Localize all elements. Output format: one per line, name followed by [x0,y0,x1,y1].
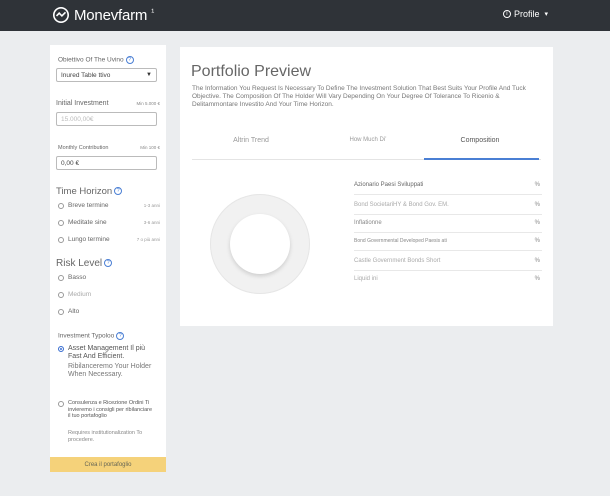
time-horizon-title: Time Horizon? [56,186,123,197]
info-icon[interactable]: ? [114,187,123,196]
radio-label: Basso [68,274,87,281]
radio-alto[interactable]: Alto [58,308,79,315]
composition-name: Bond Governmental Developed Paesis ati [354,238,447,244]
radio-label: Breve termine [68,202,109,209]
composition-row: Bond SocietariHY & Bond Gov. EM. % [354,197,542,215]
radio-circle[interactable] [58,236,64,243]
composition-pct: % [534,238,540,244]
radio-label: Meditate sine [68,219,107,226]
radio-circle[interactable] [58,308,64,315]
dropdown-arrow-icon: ▼ [146,72,152,78]
logo-text: Monevfarm [74,6,148,24]
tab-active-indicator [424,158,539,160]
top-navbar: Monevfarm ¹ i Profile ▾ [0,0,610,31]
monthly-contribution-input[interactable]: 0,00 € [56,156,157,170]
radio-basso[interactable]: Basso [58,274,86,281]
composition-pct: % [534,276,540,282]
logo-suffix: ¹ [151,7,155,17]
tab-composition[interactable]: Composition [450,137,510,144]
page-description: The Information You Request Is Necessary… [192,85,526,109]
composition-pct: % [534,202,540,208]
monthly-contribution-min: Min 100 € [140,145,160,150]
radio-note: 1-3 anni [143,203,160,208]
objective-select[interactable]: Inured Table ttivo ▼ [56,68,157,82]
composition-row: Liquid ini % [354,271,542,289]
tab-trend[interactable]: Altrin Trend [221,137,281,144]
monthly-contribution-label: Monthly Contribution [58,145,109,151]
objective-value: Inured Table ttivo [61,72,111,79]
radio-note: 3-6 anni [143,220,160,225]
composition-row: Bond Governmental Developed Paesis ati % [354,233,542,251]
radio-circle[interactable] [58,274,64,281]
user-icon: i [502,10,511,18]
profile-menu[interactable]: i Profile ▾ [502,9,548,19]
composition-pct: % [534,258,540,264]
consulenza-body: Requires institutionalization To procede… [68,430,143,443]
composition-name: Inflationne [354,220,382,226]
consulenza-title: Consulenza e Ricezione Ordini Ti inviere… [68,400,153,420]
composition-row: Castle Government Bonds Short % [354,253,542,271]
radio-circle[interactable] [58,291,64,298]
asset-management-body: Ribilanceremo Your Holder When Necessary… [68,363,152,379]
radio-circle[interactable] [58,219,64,226]
composition-pct: % [534,220,540,226]
composition-pct: % [534,182,540,188]
composition-row: Azionario Paesi Sviluppati % [354,177,542,195]
logo-icon [52,6,70,24]
risk-level-title: Risk Level? [56,258,113,269]
asset-management-title: Asset Management Il più Fast And Efficie… [68,345,146,361]
page-title: Portfolio Preview [191,63,312,80]
profile-label: Profile [513,9,540,19]
radio-lungo-termine[interactable]: Lungo termine [58,236,110,243]
radio-asset-management[interactable] [58,346,64,352]
radio-consulenza[interactable] [58,401,64,407]
initial-investment-min: Min 5.000 € [136,101,160,106]
composition-name: Bond SocietariHY & Bond Gov. EM. [354,202,449,208]
donut-hole [230,214,290,274]
initial-investment-input[interactable]: 15.000,00€ [56,112,157,126]
radio-medio-termine[interactable]: Meditate sine [58,219,107,226]
composition-name: Azionario Paesi Sviluppati [354,182,424,188]
radio-label: Lungo termine [68,236,110,243]
info-icon[interactable]: ? [116,332,125,340]
composition-name: Liquid ini [354,276,378,282]
radio-circle[interactable] [58,202,64,209]
portfolio-preview-panel: Portfolio Preview The Information You Re… [180,47,553,326]
info-icon[interactable]: ? [104,259,113,268]
radio-label: Alto [68,308,80,315]
objective-label: Obiettivo Of The Uvino? [58,56,134,64]
composition-name: Castle Government Bonds Short [354,258,441,264]
info-icon[interactable]: ? [125,56,134,64]
radio-label: Medium [68,291,92,298]
composition-donut-chart [210,194,310,294]
tab-how-much[interactable]: How Much Di’ [338,137,398,143]
portfolio-form-sidebar: Obiettivo Of The Uvino? Inured Table tti… [50,45,166,472]
investment-type-title: Investment Typoloo? [58,332,125,340]
radio-breve-termine[interactable]: Breve termine [58,202,108,209]
initial-investment-label: Initial Investment [56,100,109,107]
create-portfolio-button[interactable]: Crea il portafoglio [50,457,166,472]
composition-row: Inflationne % [354,215,542,233]
chevron-down-icon: ▾ [544,11,548,18]
radio-note: 7 o più anni [136,237,160,242]
radio-medium[interactable]: Medium [58,291,91,298]
logo[interactable]: Monevfarm ¹ [52,5,154,25]
